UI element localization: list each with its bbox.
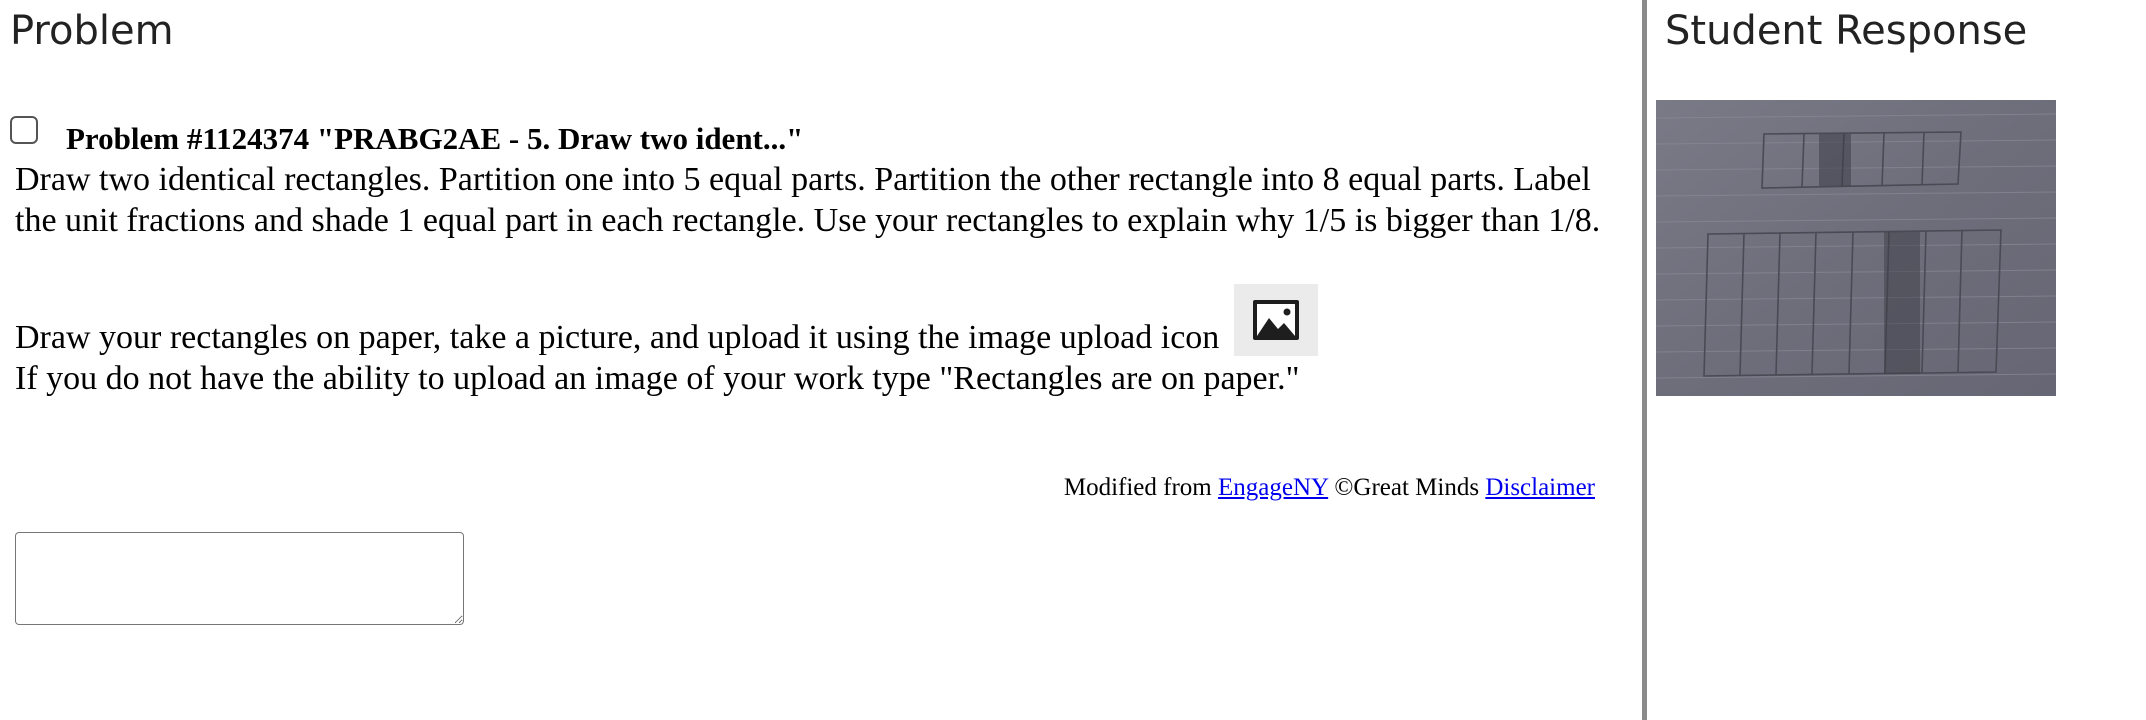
image-icon-glyph xyxy=(1252,300,1299,340)
problem-body-text: Draw two identical rectangles. Partition… xyxy=(15,161,1601,239)
engageny-link[interactable]: EngageNY xyxy=(1218,474,1328,501)
student-response-panel: Student Response xyxy=(1647,0,2146,720)
problem-panel: Problem Problem #1124374 "PRABG2AE - 5. … xyxy=(0,0,1642,720)
problem-title: Problem #1124374 "PRABG2AE - 5. Draw two… xyxy=(66,121,804,156)
hand-drawn-rectangles-photo xyxy=(1656,100,2056,396)
problem-header: Problem #1124374 "PRABG2AE - 5. Draw two… xyxy=(10,112,803,156)
attribution: Modified from EngageNY ©Great Minds Disc… xyxy=(1064,474,1595,502)
student-response-heading: Student Response xyxy=(1665,8,2028,54)
upload-instruction-line: Draw your rectangles on paper, take a pi… xyxy=(15,284,1635,358)
upload-instruction-text: Draw your rectangles on paper, take a pi… xyxy=(15,319,1220,356)
alternative-instruction: If you do not have the ability to upload… xyxy=(15,360,1300,397)
assignment-page: Problem Problem #1124374 "PRABG2AE - 5. … xyxy=(0,0,2146,720)
problem-checkbox[interactable] xyxy=(10,116,38,144)
disclaimer-link[interactable]: Disclaimer xyxy=(1485,474,1595,501)
answer-textarea[interactable] xyxy=(15,532,464,625)
attribution-prefix: Modified from xyxy=(1063,474,1212,501)
image-icon[interactable] xyxy=(1233,284,1318,356)
student-response-image[interactable] xyxy=(1656,100,2056,396)
copyright-text: ©Great Minds xyxy=(1334,474,1480,501)
problem-heading: Problem xyxy=(10,8,174,54)
problem-body: Draw two identical rectangles. Partition… xyxy=(15,159,1615,241)
instructions: Draw your rectangles on paper, take a pi… xyxy=(15,284,1635,399)
